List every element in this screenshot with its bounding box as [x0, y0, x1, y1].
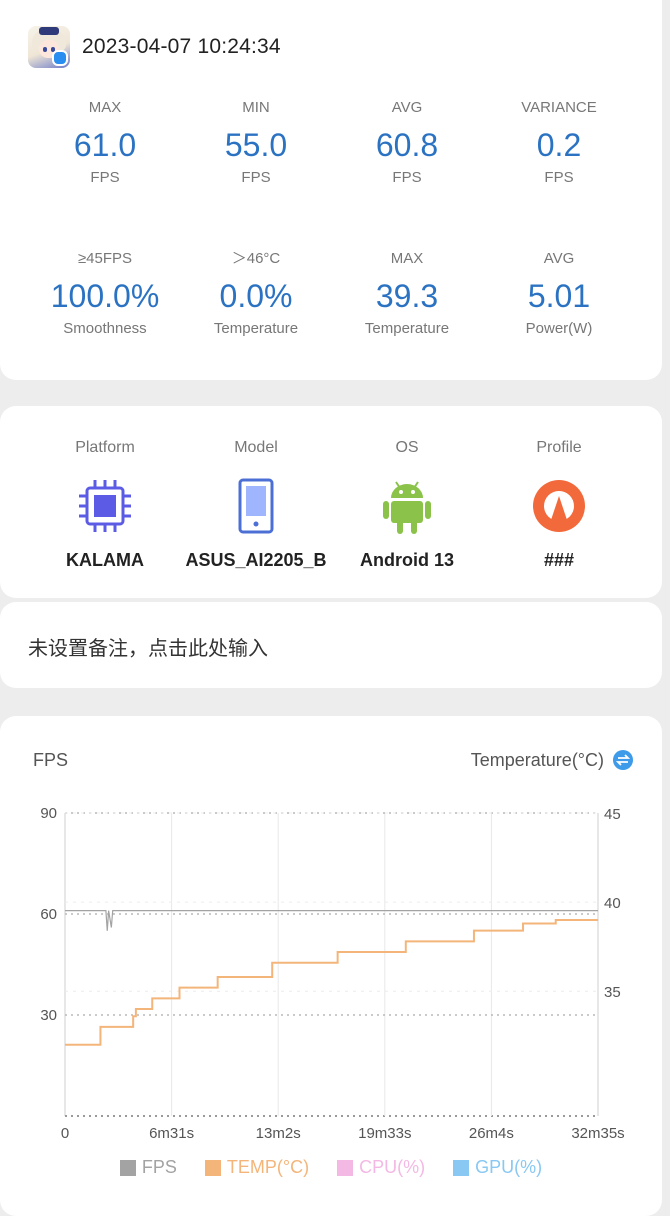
stat-value: 39.3 [375, 278, 439, 314]
stat-avg-fps: AVG 60.8 FPS [327, 98, 487, 188]
series-line-tempc [65, 918, 598, 1046]
stat-label: ≥45FPS [77, 250, 133, 267]
stat-label: MAX [88, 99, 122, 116]
legend-swatch [337, 1159, 354, 1176]
stat-value: 5.01 [527, 278, 591, 314]
y-right-tick-label: 40 [604, 895, 621, 912]
legend-label: GPU(%) [475, 1157, 543, 1177]
stat-max-temperature: MAX 39.3 Temperature [327, 249, 487, 339]
device-value: KALAMA [66, 550, 144, 570]
stat-label: AVG [543, 250, 575, 267]
stat-unit: FPS [392, 169, 422, 186]
stat-label: MAX [390, 250, 424, 267]
device-label: Profile [536, 439, 582, 456]
x-tick-label: 13m2s [256, 1125, 301, 1142]
stat-value: 0.2 [536, 127, 582, 163]
stat-unit: Power(W) [525, 320, 593, 337]
stat-value: 60.8 [375, 127, 439, 163]
note-input[interactable]: 未设置备注，点击此处输入 [28, 632, 268, 661]
x-tick-label: 32m35s [571, 1125, 624, 1142]
game-avatar-icon[interactable] [28, 26, 70, 68]
phone-icon [176, 474, 336, 538]
y-left-tick-label: 30 [40, 1007, 57, 1024]
device-label: Platform [75, 439, 135, 456]
legend-item-gpu[interactable]: GPU(%) [453, 1157, 542, 1178]
legend-label: CPU(%) [359, 1157, 426, 1177]
device-model: Model ASUS_AI2205_B [176, 438, 336, 572]
session-datetime: 2023-04-07 10:24:34 [82, 35, 281, 58]
device-value: Android 13 [359, 550, 454, 570]
note-card[interactable]: 未设置备注，点击此处输入 [0, 602, 662, 688]
legend-item-fps[interactable]: FPS [119, 1157, 177, 1178]
y-right-tick-label: 45 [604, 806, 621, 823]
session-header: 2023-04-07 10:24:34 [28, 26, 281, 68]
stat-smoothness: ≥45FPS 100.0% Smoothness [25, 249, 185, 339]
stat-unit: Temperature [213, 320, 299, 337]
performance-chart[interactable]: 0 6m31s 13m2s 19m33s 26m4s 32m35s 30 60 90 35 40 45 [0, 716, 662, 1156]
y-right-tick-label: 35 [604, 984, 621, 1001]
legend-item-temp[interactable]: TEMP(°C) [204, 1157, 310, 1178]
stat-unit: Temperature [364, 320, 450, 337]
device-value: ### [543, 550, 575, 570]
stat-label: VARIANCE [521, 99, 597, 116]
legend-swatch [119, 1159, 136, 1176]
stat-max-fps: MAX 61.0 FPS [25, 98, 185, 188]
stat-variance-fps: VARIANCE 0.2 FPS [479, 98, 639, 188]
stat-min-fps: MIN 55.0 FPS [176, 98, 336, 188]
stat-value: 100.0% [50, 278, 160, 314]
legend-swatch [204, 1159, 221, 1176]
stat-over-temperature: ＞46°C 0.0% Temperature [176, 249, 336, 339]
device-profile: Profile ### [479, 438, 639, 572]
stat-label: AVG [391, 99, 423, 116]
stat-unit: FPS [241, 169, 271, 186]
stat-label: MIN [242, 99, 270, 116]
chart-legend: FPS TEMP(°C) CPU(%) GPU(%) [0, 1157, 662, 1178]
y-left-tick-label: 90 [40, 805, 57, 822]
stat-value: 0.0% [219, 278, 293, 314]
device-info-card: Platform KALAMA Model ASUS_AI2205_B OS A… [0, 406, 662, 598]
stat-unit: FPS [90, 169, 120, 186]
x-tick-label: 26m4s [469, 1125, 514, 1142]
stat-unit: Smoothness [63, 320, 147, 337]
summary-card: 2023-04-07 10:24:34 MAX 61.0 FPS MIN 55.… [0, 0, 662, 380]
device-label: Model [234, 439, 278, 456]
stat-value: 61.0 [73, 127, 137, 163]
legend-label: FPS [141, 1157, 177, 1177]
stat-avg-power: AVG 5.01 Power(W) [479, 249, 639, 339]
legend-label: TEMP(°C) [226, 1157, 310, 1177]
x-tick-label: 0 [61, 1125, 69, 1142]
stat-unit: FPS [544, 169, 574, 186]
stat-label: ＞46°C [231, 250, 281, 267]
device-platform: Platform KALAMA [25, 438, 185, 572]
chip-icon [25, 474, 185, 538]
legend-item-cpu[interactable]: CPU(%) [337, 1157, 425, 1178]
chart-card: FPS Temperature(°C) 0 6m31s 13m2s 19m33s 26m… [0, 716, 662, 1216]
profile-icon [479, 474, 639, 538]
y-left-tick-label: 60 [40, 906, 57, 923]
x-tick-label: 6m31s [149, 1125, 194, 1142]
android-icon [327, 474, 487, 538]
legend-swatch [453, 1159, 470, 1176]
device-value: ASUS_AI2205_B [185, 550, 327, 570]
device-os: OS Android 13 [327, 438, 487, 572]
stat-value: 55.0 [224, 127, 288, 163]
device-label: OS [395, 439, 419, 456]
x-tick-label: 19m33s [358, 1125, 411, 1142]
